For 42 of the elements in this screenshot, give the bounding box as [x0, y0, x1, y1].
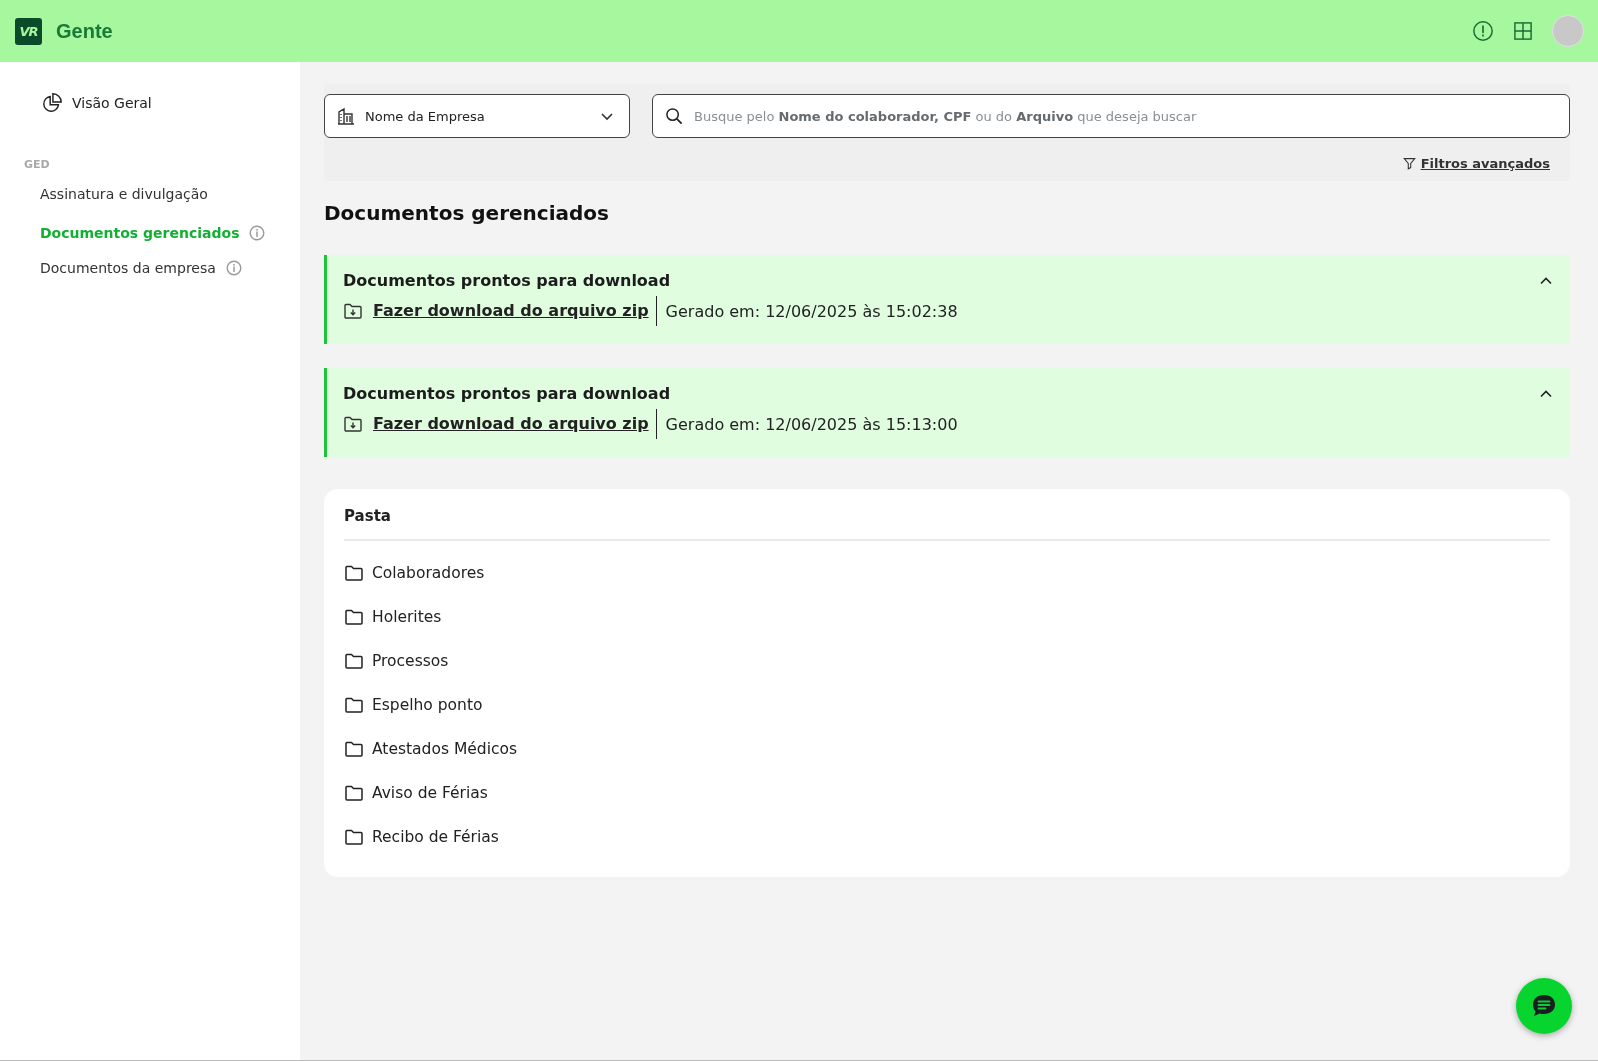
folder-item[interactable]: Recibo de Férias: [344, 815, 1550, 859]
section-label: GED: [24, 158, 51, 171]
pie-chart-icon: [41, 92, 63, 114]
app-title: Gente: [56, 19, 113, 43]
company-select[interactable]: Nome da Empresa: [324, 94, 630, 138]
download-link[interactable]: Fazer download do arquivo zip: [373, 409, 657, 439]
info-icon[interactable]: [225, 259, 242, 276]
folder-download-icon: [343, 301, 363, 321]
card-title: Documentos prontos para download: [343, 384, 671, 403]
card-title: Documentos prontos para download: [343, 271, 671, 290]
nav-item[interactable]: Documentos da empresa: [40, 259, 216, 276]
column-heading: Pasta: [344, 507, 1550, 541]
search-icon: [665, 106, 684, 126]
folder-icon: [344, 783, 364, 803]
nav-item[interactable]: Assinatura e divulgação: [40, 186, 208, 202]
folder-item[interactable]: Espelho ponto: [344, 683, 1550, 727]
page-title: Documentos gerenciados: [324, 201, 610, 225]
generated-date: Gerado em: 12/06/2025 às 15:02:38: [664, 301, 958, 321]
folder-icon: [344, 827, 364, 847]
info-icon[interactable]: [249, 224, 266, 241]
folder-download-icon: [343, 414, 363, 434]
overview-link[interactable]: Visão Geral: [41, 92, 300, 114]
chat-button[interactable]: [1516, 978, 1572, 1034]
folder-item[interactable]: Processos: [344, 639, 1550, 683]
folder-icon: [344, 651, 364, 671]
folder-item[interactable]: Holerites: [344, 595, 1550, 639]
logo: VR: [15, 17, 42, 45]
filter-icon: [1402, 157, 1416, 170]
folder-icon: [344, 607, 364, 627]
search-field[interactable]: Busque pelo Nome do colaborador, CPF ou do Arquivo que deseja buscar: [652, 94, 1570, 138]
download-link[interactable]: Fazer download do arquivo zip: [373, 296, 657, 326]
folder-item[interactable]: Atestados Médicos: [344, 727, 1550, 771]
folder-icon: [344, 739, 364, 759]
grid-icon[interactable]: [1514, 22, 1532, 40]
alert-icon[interactable]: [1472, 20, 1494, 42]
folder-icon: [344, 563, 364, 583]
folder-item[interactable]: Colaboradores: [344, 551, 1550, 595]
generated-date: Gerado em: 12/06/2025 às 15:13:00: [664, 414, 958, 434]
advanced-filters-link[interactable]: Filtros avançados: [1402, 156, 1550, 171]
folder-icon: [344, 695, 364, 715]
building-icon: [336, 106, 356, 126]
folder-item[interactable]: Aviso de Férias: [344, 771, 1550, 815]
